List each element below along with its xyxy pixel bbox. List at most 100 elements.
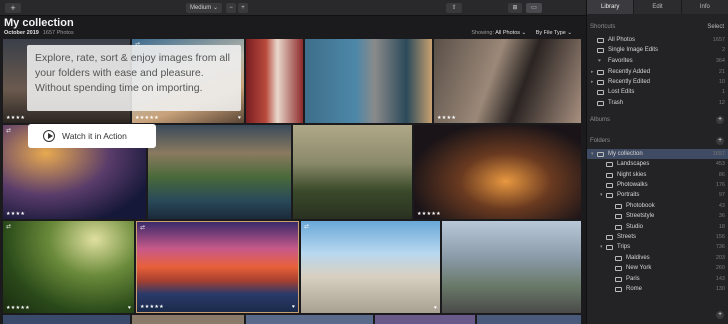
chevron-right-icon[interactable]: ▸ <box>591 77 594 87</box>
select-button[interactable]: Select <box>707 24 724 30</box>
folder-item[interactable]: ▾ Trips 736 <box>587 242 728 252</box>
shortcut-count: 21 <box>718 69 725 75</box>
rating-stars[interactable]: ★★★★★ <box>140 304 164 310</box>
folder-item[interactable]: Rome 130 <box>587 284 728 294</box>
folder-label: Streets <box>617 234 637 240</box>
trash-icon <box>597 100 604 106</box>
edited-icon: ⇄ <box>140 225 146 231</box>
collection-date: October 2019 <box>4 30 39 36</box>
add-button[interactable]: + <box>5 3 21 13</box>
promo-banner: Explore, rate, sort & enjoy images from … <box>27 45 241 111</box>
folder-count: 43 <box>718 203 725 209</box>
filetype-dropdown[interactable]: By File Type ⌄ <box>536 30 572 36</box>
shortcut-item[interactable]: Lost Edits 1 <box>587 87 728 97</box>
photo-tile[interactable] <box>442 221 581 313</box>
showing-dropdown[interactable]: All Photos ⌄ <box>495 30 526 36</box>
shortcut-count: 364 <box>715 58 725 64</box>
photo-tile[interactable]: ★★★★★ <box>414 125 581 219</box>
photo-tile[interactable] <box>375 315 475 324</box>
photo-tile[interactable]: ⇄ ★★★★★ ♥ <box>3 221 134 313</box>
photo-tile[interactable] <box>246 315 373 324</box>
folder-item[interactable]: Streets 156 <box>587 232 728 242</box>
add-folder-icon[interactable]: + <box>716 137 724 145</box>
folder-count: 736 <box>715 244 725 250</box>
zoom-in-button[interactable]: + <box>238 3 248 13</box>
chevron-right-icon[interactable]: ▸ <box>591 67 594 77</box>
heart-icon[interactable]: ♥ <box>292 304 295 310</box>
folder-icon <box>615 213 622 219</box>
photo-tile[interactable] <box>305 39 432 123</box>
shortcut-item[interactable]: ▸ Recently Added 21 <box>587 67 728 77</box>
folder-item[interactable]: Landscapes 453 <box>587 159 728 169</box>
chevron-down-icon[interactable]: ▾ <box>600 190 603 200</box>
rating-stars[interactable]: ★★★★ <box>6 211 25 217</box>
folder-count: 453 <box>715 161 725 167</box>
rating-stars[interactable]: ★★★★★ <box>417 211 441 217</box>
tab-info[interactable]: Info <box>682 0 728 14</box>
folder-icon <box>606 182 613 188</box>
tab-library[interactable]: Library <box>587 0 635 14</box>
folder-count: 260 <box>715 265 725 271</box>
photo-tile[interactable] <box>148 125 291 219</box>
shortcut-label: Trash <box>608 100 624 106</box>
folder-item[interactable]: New York 260 <box>587 263 728 273</box>
folder-icon <box>606 192 613 198</box>
folder-item[interactable]: Streetstyle 36 <box>587 211 728 221</box>
shortcut-count: 12 <box>718 100 725 106</box>
rating-stars[interactable]: ★★★★ <box>6 115 25 121</box>
chevron-down-icon[interactable]: ▾ <box>600 242 603 252</box>
photo-tile[interactable] <box>132 315 244 324</box>
folder-item[interactable]: Paris 143 <box>587 274 728 284</box>
folder-item[interactable]: Studio 18 <box>587 222 728 232</box>
add-icon[interactable]: + <box>716 311 724 319</box>
photo-tile[interactable] <box>477 315 581 324</box>
filter-bar: Showing: All Photos ⌄ By File Type ⌄ <box>471 30 580 36</box>
folder-item[interactable]: ▾ Portraits 97 <box>587 190 728 200</box>
photo-tile[interactable]: ⇄ ★★★★★ ♥ <box>136 221 299 313</box>
folder-item[interactable]: Maldives 203 <box>587 253 728 263</box>
zoom-out-button[interactable]: − <box>226 3 236 13</box>
folder-item[interactable]: Night skies 86 <box>587 170 728 180</box>
shortcut-item[interactable]: Trash 12 <box>587 98 728 108</box>
page-title: My collection <box>4 17 74 29</box>
photo-tile[interactable]: ★★★★ <box>434 39 581 123</box>
folder-count: 18 <box>718 224 725 230</box>
chevron-down-icon[interactable]: ▾ <box>591 149 594 159</box>
folder-item[interactable]: Photowalks 176 <box>587 180 728 190</box>
folder-icon <box>615 276 622 282</box>
thumbnail-size-dropdown[interactable]: Medium ⌄ <box>186 3 222 13</box>
watch-video-button[interactable]: Watch it in Action <box>28 124 156 148</box>
rating-stars[interactable]: ★★★★★ <box>135 115 159 121</box>
share-button[interactable]: ⇧ <box>446 3 462 13</box>
folder-icon <box>597 151 604 157</box>
image-icon <box>597 47 604 53</box>
shortcut-item[interactable]: All Photos 1657 <box>587 35 728 45</box>
add-album-icon[interactable]: + <box>716 116 724 124</box>
shortcut-label: Favorites <box>608 58 633 64</box>
photo-tile[interactable]: ⇄ ♥ <box>301 221 440 313</box>
heart-icon[interactable]: ♥ <box>434 305 437 311</box>
single-view-button[interactable]: ▭ <box>526 3 542 13</box>
heart-icon[interactable]: ♥ <box>128 305 131 311</box>
grid-view-button[interactable]: ⊞ <box>508 3 522 13</box>
shortcut-count: 1657 <box>712 37 725 43</box>
watch-video-label: Watch it in Action <box>62 131 127 141</box>
heart-icon[interactable]: ♥ <box>238 115 241 121</box>
folder-item[interactable]: Photobook 43 <box>587 201 728 211</box>
photo-tile[interactable] <box>3 315 130 324</box>
photo-tile[interactable] <box>293 125 412 219</box>
rating-stars[interactable]: ★★★★ <box>437 115 456 121</box>
tab-edit[interactable]: Edit <box>634 0 682 14</box>
folders-heading: Folders <box>590 138 611 144</box>
shortcut-count: 2 <box>721 47 725 53</box>
heart-icon: ♥ <box>598 58 601 64</box>
folder-label: My collection <box>608 151 643 157</box>
folder-label: Portraits <box>617 192 640 198</box>
photo-count: 1657 Photos <box>42 30 74 36</box>
shortcut-item[interactable]: ♥ Favorites 364 <box>587 56 728 66</box>
folder-item-my-collection[interactable]: ▾ My collection 1657 <box>587 149 728 159</box>
shortcut-item[interactable]: Single Image Edits 2 <box>587 45 728 55</box>
rating-stars[interactable]: ★★★★★ <box>6 305 30 311</box>
shortcut-item[interactable]: ▸ Recently Edited 10 <box>587 77 728 87</box>
photo-tile[interactable] <box>246 39 303 123</box>
